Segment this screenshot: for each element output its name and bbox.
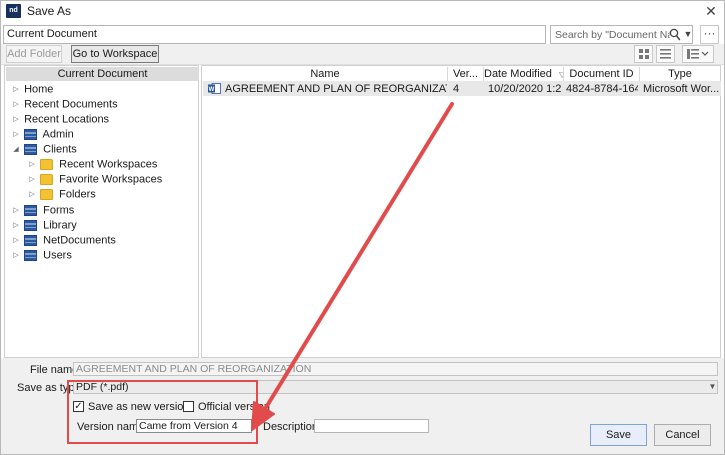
navigation-tree: Current Document ▷ Home ▷ Recent Documen… xyxy=(4,65,199,358)
tree-item-admin[interactable]: ▷ Admin xyxy=(11,127,73,142)
tree-item-users[interactable]: ▷ Users xyxy=(11,248,72,263)
tree-header-current-document[interactable]: Current Document xyxy=(6,67,199,81)
add-folder-button[interactable]: Add Folder xyxy=(6,45,62,63)
expand-arrow-icon[interactable]: ▷ xyxy=(27,157,37,172)
column-header-name[interactable]: Name xyxy=(203,67,448,81)
tree-item-favorite-workspaces[interactable]: ▷ Favorite Workspaces xyxy=(27,172,162,187)
window-title: Save As xyxy=(27,4,72,18)
version-name-input[interactable]: Came from Version 4 xyxy=(136,419,252,433)
collapse-arrow-icon[interactable]: ◢ xyxy=(11,142,21,157)
expand-arrow-icon[interactable]: ▷ xyxy=(27,187,37,202)
column-header-type[interactable]: Type xyxy=(640,67,720,81)
tree-item-forms[interactable]: ▷ Forms xyxy=(11,203,74,218)
close-icon[interactable]: ✕ xyxy=(700,1,722,21)
cancel-button[interactable]: Cancel xyxy=(654,424,711,446)
folder-icon xyxy=(40,159,54,170)
tree-item-home[interactable]: ▷ Home xyxy=(11,82,53,97)
expand-arrow-icon[interactable]: ▷ xyxy=(11,203,21,218)
expand-arrow-icon[interactable]: ▷ xyxy=(11,248,21,263)
save-new-version-label: Save as new version xyxy=(88,401,190,413)
expand-arrow-icon[interactable]: ▷ xyxy=(11,82,21,97)
expand-arrow-icon[interactable]: ▷ xyxy=(11,112,21,127)
save-button[interactable]: Save xyxy=(590,424,647,446)
save-as-type-select[interactable]: PDF (*.pdf) xyxy=(73,380,718,394)
column-header-version[interactable]: Ver... xyxy=(448,67,484,81)
tree-item-recent-documents[interactable]: ▷ Recent Documents xyxy=(11,97,117,112)
tree-item-netdocuments[interactable]: ▷ NetDocuments xyxy=(11,233,116,248)
cell-document-id: 4824-8784-1646 xyxy=(566,83,638,95)
workspace-icon xyxy=(24,129,38,140)
details-view-icon[interactable] xyxy=(682,45,714,63)
workspace-icon xyxy=(24,250,38,261)
search-placeholder: Search by "Document Na... xyxy=(555,29,670,41)
folder-icon xyxy=(40,174,54,185)
file-name-field[interactable]: AGREEMENT AND PLAN OF REORGANIZATION xyxy=(73,362,718,376)
official-version-checkbox[interactable] xyxy=(183,401,194,412)
document-list: Name Ver... Date Modified ▽ Document ID … xyxy=(201,65,721,358)
tree-item-recent-locations[interactable]: ▷ Recent Locations xyxy=(11,112,109,127)
cell-date-modified: 10/20/2020 1:27... xyxy=(488,83,562,95)
more-options-button[interactable]: ··· xyxy=(700,25,719,44)
column-header-document-id[interactable]: Document ID xyxy=(564,67,640,81)
svg-text:W: W xyxy=(209,87,215,93)
tree-item-library[interactable]: ▷ Library xyxy=(11,218,76,233)
expand-arrow-icon[interactable]: ▷ xyxy=(11,97,21,112)
cell-type: Microsoft Wor... xyxy=(643,83,719,95)
grid-view-icon[interactable] xyxy=(634,45,653,63)
folder-icon xyxy=(40,189,54,200)
expand-arrow-icon[interactable]: ▷ xyxy=(11,127,21,142)
chevron-down-icon[interactable]: ▼ xyxy=(707,380,718,394)
description-input[interactable] xyxy=(314,419,429,433)
cell-name: AGREEMENT AND PLAN OF REORGANIZATION xyxy=(225,83,447,95)
location-path-field[interactable]: Current Document xyxy=(3,25,546,44)
expand-arrow-icon[interactable]: ▷ xyxy=(27,172,37,187)
official-version-label: Official version xyxy=(198,401,270,413)
search-icon[interactable] xyxy=(669,28,681,42)
cell-version: 4 xyxy=(453,83,460,95)
column-header-date-modified[interactable]: Date Modified ▽ xyxy=(484,67,564,81)
title-bar xyxy=(1,1,724,23)
workspace-icon xyxy=(24,205,38,216)
netdocuments-app-icon: nd xyxy=(6,4,21,18)
save-new-version-checkbox[interactable]: ✓ xyxy=(73,401,84,412)
workspace-icon xyxy=(24,144,38,155)
workspace-icon xyxy=(24,220,38,231)
search-input[interactable]: Search by "Document Na... xyxy=(550,25,693,44)
expand-arrow-icon[interactable]: ▷ xyxy=(11,218,21,233)
workspace-icon xyxy=(24,235,38,246)
description-label: Description: xyxy=(263,421,322,433)
search-dropdown-icon[interactable]: ▼ xyxy=(682,25,694,44)
tree-item-folders[interactable]: ▷ Folders xyxy=(27,187,96,202)
word-document-icon: W xyxy=(208,83,221,94)
go-to-workspace-button[interactable]: Go to Workspace xyxy=(71,45,159,63)
tree-item-recent-workspaces[interactable]: ▷ Recent Workspaces xyxy=(27,157,157,172)
tree-item-clients[interactable]: ◢ Clients xyxy=(11,142,76,157)
expand-arrow-icon[interactable]: ▷ xyxy=(11,233,21,248)
list-view-icon[interactable] xyxy=(656,45,675,63)
